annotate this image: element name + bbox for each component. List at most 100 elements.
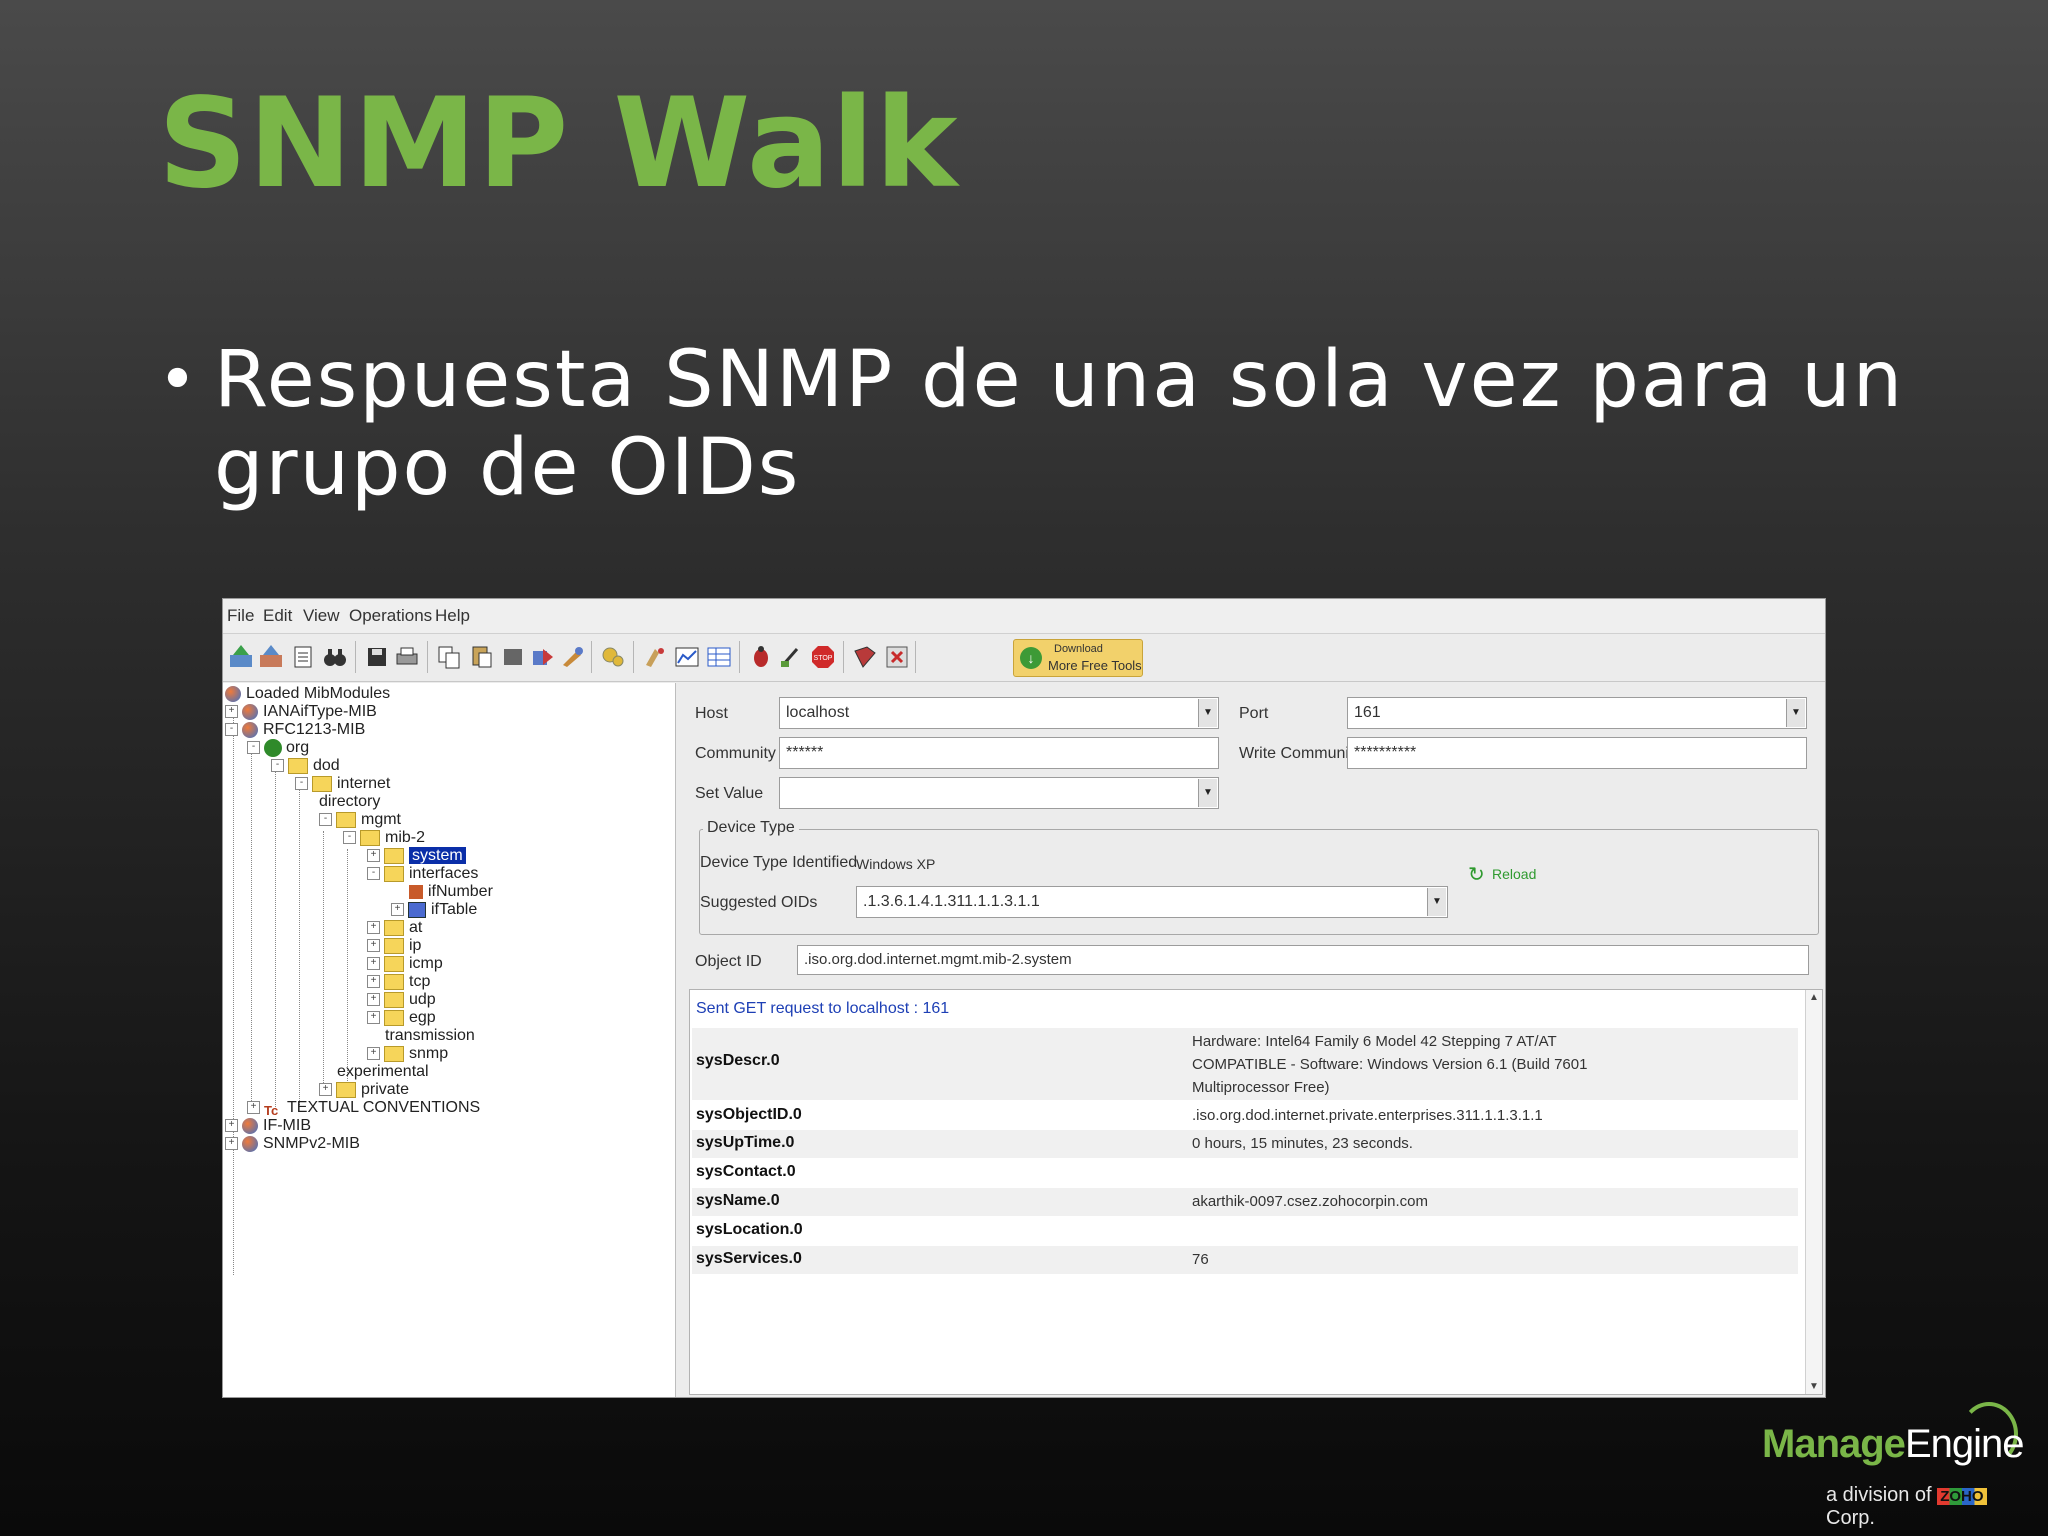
tree-node-label: egp bbox=[409, 1009, 436, 1026]
result-row: sysUpTime.0 0 hours, 15 minutes, 23 seco… bbox=[692, 1130, 1798, 1158]
host-field[interactable]: localhost ▼ bbox=[779, 697, 1219, 729]
expand-icon[interactable]: + bbox=[367, 921, 380, 935]
tree-guide-line bbox=[299, 777, 300, 1107]
line-graph-icon[interactable] bbox=[673, 643, 701, 671]
mib-browser-window: File Edit View Operations Help STOP ↓ Do… bbox=[222, 598, 1826, 1398]
tree-node-label: dod bbox=[313, 757, 340, 774]
save-icon[interactable] bbox=[363, 643, 391, 671]
tree-node-label: ip bbox=[409, 937, 422, 954]
expand-icon[interactable]: + bbox=[225, 1137, 238, 1151]
results-scrollbar[interactable]: ▲ ▼ bbox=[1805, 990, 1822, 1394]
print-icon[interactable] bbox=[393, 643, 421, 671]
stop-icon[interactable]: STOP bbox=[809, 643, 837, 671]
community-field[interactable]: ****** bbox=[779, 737, 1219, 769]
unload-mib-icon[interactable] bbox=[257, 643, 285, 671]
result-value: Hardware: Intel64 Family 6 Model 42 Step… bbox=[1192, 1033, 1588, 1096]
table-view-icon[interactable] bbox=[705, 643, 733, 671]
suggested-oids-field[interactable]: .1.3.6.1.4.1.311.1.1.3.1.1 ▼ bbox=[856, 886, 1448, 918]
expand-icon[interactable]: + bbox=[367, 957, 380, 971]
get-icon[interactable] bbox=[529, 643, 557, 671]
trap-parser-icon[interactable] bbox=[777, 643, 805, 671]
menu-view[interactable]: View bbox=[303, 606, 340, 626]
tree-node-label: at bbox=[409, 919, 423, 936]
expand-icon[interactable]: + bbox=[319, 1083, 332, 1097]
folder-icon bbox=[288, 757, 308, 774]
chevron-down-icon[interactable]: ▼ bbox=[1198, 779, 1217, 807]
expand-icon[interactable]: + bbox=[367, 849, 380, 863]
toolbar-separator bbox=[355, 641, 356, 673]
logo-engine: Engine bbox=[1904, 1422, 2025, 1466]
expand-icon[interactable]: + bbox=[225, 1119, 238, 1133]
logo-subtitle: a division of ZOHO Corp. bbox=[1826, 1484, 2018, 1530]
community-label: Community bbox=[695, 745, 776, 762]
port-field[interactable]: 161 ▼ bbox=[1347, 697, 1807, 729]
menu-help[interactable]: Help bbox=[435, 606, 470, 626]
copy-icon[interactable] bbox=[435, 643, 463, 671]
device-type-title: Device Type bbox=[703, 819, 799, 837]
collapse-icon[interactable]: - bbox=[319, 813, 332, 827]
folder-icon bbox=[384, 1045, 404, 1062]
reload-button[interactable]: Reload bbox=[1492, 866, 1536, 882]
object-id-field[interactable]: .iso.org.dod.internet.mgmt.mib-2.system bbox=[797, 945, 1809, 975]
collapse-icon[interactable]: - bbox=[271, 759, 284, 773]
logo-wordmark: ManageEngine bbox=[1762, 1422, 2024, 1467]
expand-icon[interactable]: + bbox=[367, 939, 380, 953]
reload-icon[interactable]: ↻ bbox=[1468, 862, 1485, 887]
tree-node-label: IF-MIB bbox=[263, 1117, 311, 1134]
trap-viewer-bug-icon[interactable] bbox=[747, 643, 775, 671]
write-community-field[interactable]: ********** bbox=[1347, 737, 1807, 769]
exit-icon[interactable] bbox=[883, 643, 911, 671]
expand-icon[interactable]: + bbox=[225, 705, 238, 719]
set-value-field[interactable]: ▼ bbox=[779, 777, 1219, 809]
expand-icon[interactable]: + bbox=[367, 1047, 380, 1061]
folder-icon bbox=[336, 811, 356, 828]
expand-icon[interactable]: + bbox=[391, 903, 404, 917]
scroll-up-icon[interactable]: ▲ bbox=[1809, 992, 1819, 1003]
collapse-icon[interactable]: - bbox=[247, 741, 260, 755]
tree-guide-line bbox=[323, 831, 324, 1091]
folder-icon bbox=[384, 847, 404, 864]
clear-icon[interactable] bbox=[499, 643, 527, 671]
result-value: .iso.org.dod.internet.private.enterprise… bbox=[1192, 1107, 1543, 1124]
expand-icon[interactable]: + bbox=[367, 993, 380, 1007]
toolbar-separator bbox=[591, 641, 592, 673]
load-mib-icon[interactable] bbox=[227, 643, 255, 671]
collapse-icon[interactable]: - bbox=[343, 831, 356, 845]
tree-node-label: icmp bbox=[409, 955, 443, 972]
snmp-walk-icon[interactable] bbox=[641, 643, 669, 671]
expand-icon[interactable]: + bbox=[367, 975, 380, 989]
chevron-down-icon[interactable]: ▼ bbox=[1427, 888, 1446, 916]
toolbar-separator bbox=[633, 641, 634, 673]
toolbar-separator bbox=[915, 641, 916, 673]
getnext-icon[interactable] bbox=[559, 643, 587, 671]
download-free-tools-button[interactable]: ↓ Download More Free Tools bbox=[1013, 639, 1143, 677]
expand-icon[interactable]: + bbox=[247, 1101, 260, 1115]
tree-node-label: transmission bbox=[385, 1027, 475, 1044]
help-book-icon[interactable] bbox=[851, 643, 879, 671]
tree-guide-line bbox=[233, 705, 234, 1275]
expand-icon[interactable]: + bbox=[367, 1011, 380, 1025]
logo-sub-prefix: a division of bbox=[1826, 1484, 1932, 1506]
result-name: sysObjectID.0 bbox=[696, 1106, 802, 1123]
mib-description-icon[interactable] bbox=[289, 643, 317, 671]
object-id-label: Object ID bbox=[695, 953, 762, 970]
chevron-down-icon[interactable]: ▼ bbox=[1198, 699, 1217, 727]
menu-operations[interactable]: Operations bbox=[349, 606, 432, 626]
object-id-value: .iso.org.dod.internet.mgmt.mib-2.system bbox=[804, 951, 1072, 968]
tree-node-snmpv2-mib[interactable]: + SNMPv2-MIB bbox=[225, 1133, 360, 1155]
paste-icon[interactable] bbox=[467, 643, 495, 671]
collapse-icon[interactable]: - bbox=[295, 777, 308, 791]
collapse-icon[interactable]: - bbox=[225, 723, 238, 737]
table-node-icon bbox=[408, 901, 426, 918]
menu-edit[interactable]: Edit bbox=[263, 606, 292, 626]
menu-file[interactable]: File bbox=[227, 606, 254, 626]
collapse-icon[interactable]: - bbox=[367, 867, 380, 881]
chevron-down-icon[interactable]: ▼ bbox=[1786, 699, 1805, 727]
tree-node-label: interfaces bbox=[409, 865, 479, 882]
scroll-down-icon[interactable]: ▼ bbox=[1809, 1381, 1819, 1392]
community-value: ****** bbox=[786, 744, 824, 761]
port-label: Port bbox=[1239, 705, 1269, 722]
settings-gear-icon[interactable] bbox=[599, 643, 627, 671]
folder-icon bbox=[384, 973, 404, 990]
find-binoculars-icon[interactable] bbox=[321, 643, 349, 671]
